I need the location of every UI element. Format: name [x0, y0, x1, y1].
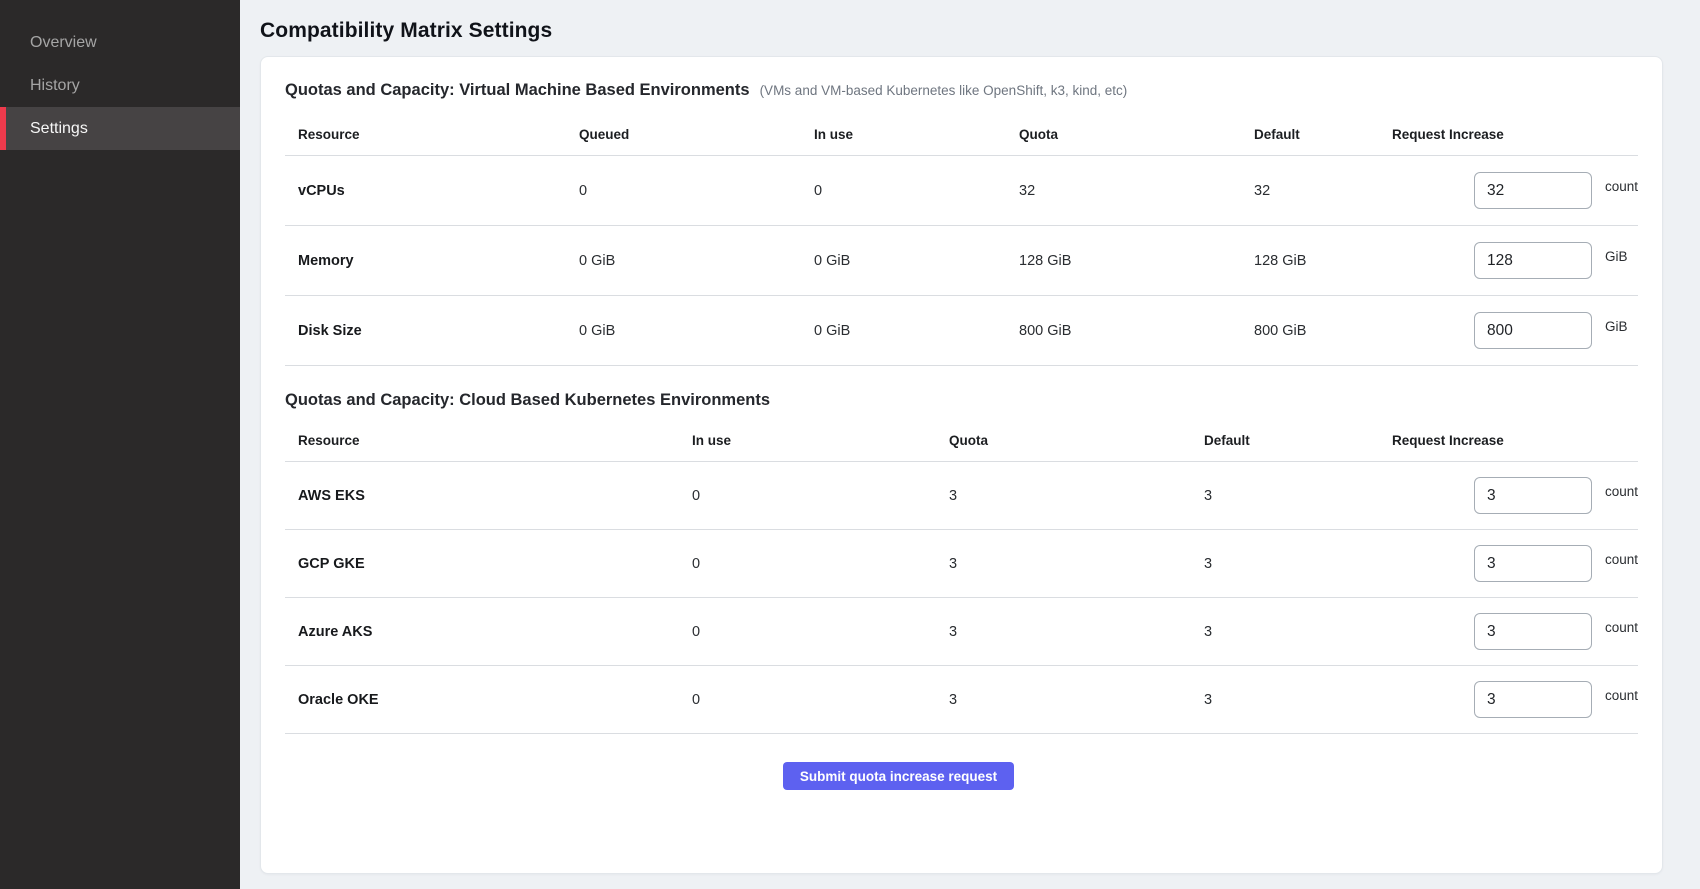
cloud-table-header: Resource In use Quota Default Request In… — [285, 420, 1638, 462]
table-row-aws-eks: AWS EKS 0 3 3 count — [285, 462, 1638, 530]
vm-section-subtitle: (VMs and VM-based Kubernetes like OpenSh… — [760, 83, 1128, 98]
unit-label: count — [1605, 179, 1638, 194]
quota-value: 3 — [936, 556, 1191, 572]
unit-label: count — [1605, 688, 1638, 703]
submit-quota-increase-button[interactable]: Submit quota increase request — [783, 762, 1014, 790]
in-use-value: 0 — [801, 183, 1006, 199]
unit-label: GiB — [1605, 319, 1628, 334]
default-value: 3 — [1191, 692, 1474, 708]
quota-value: 3 — [936, 692, 1191, 708]
column-header-quota: Quota — [1006, 127, 1241, 142]
sidebar-item-label: History — [30, 77, 80, 95]
quota-value: 128 GiB — [1006, 253, 1241, 269]
quota-value: 800 GiB — [1006, 323, 1241, 339]
sidebar-item-label: Overview — [30, 34, 97, 52]
sidebar: Overview History Settings — [0, 0, 240, 889]
column-header-in-use: In use — [679, 433, 936, 448]
sidebar-item-history[interactable]: History — [0, 64, 240, 107]
page-title: Compatibility Matrix Settings — [260, 19, 1663, 43]
request-increase-input-oracle-oke[interactable] — [1474, 681, 1592, 718]
default-value: 128 GiB — [1241, 253, 1474, 269]
resource-name: AWS EKS — [285, 488, 679, 504]
request-increase-input-azure-aks[interactable] — [1474, 613, 1592, 650]
table-row-disk-size: Disk Size 0 GiB 0 GiB 800 GiB 800 GiB Gi… — [285, 296, 1638, 366]
column-header-resource: Resource — [285, 433, 679, 448]
column-header-request-increase: Request Increase — [1379, 127, 1543, 142]
cloud-section-header: Quotas and Capacity: Cloud Based Kuberne… — [285, 391, 1638, 410]
unit-label: count — [1605, 484, 1638, 499]
in-use-value: 0 — [679, 488, 936, 504]
column-header-queued: Queued — [566, 127, 801, 142]
quota-value: 3 — [936, 624, 1191, 640]
request-increase-input-gcp-gke[interactable] — [1474, 545, 1592, 582]
table-row-azure-aks: Azure AKS 0 3 3 count — [285, 598, 1638, 666]
vm-section-title: Quotas and Capacity: Virtual Machine Bas… — [285, 81, 750, 100]
resource-name: Oracle OKE — [285, 692, 679, 708]
cloud-section-title: Quotas and Capacity: Cloud Based Kuberne… — [285, 391, 770, 410]
resource-name: vCPUs — [285, 183, 566, 199]
quota-value: 3 — [936, 488, 1191, 504]
sidebar-item-settings[interactable]: Settings — [0, 107, 240, 150]
quota-value: 32 — [1006, 183, 1241, 199]
sidebar-item-label: Settings — [30, 120, 88, 138]
in-use-value: 0 — [679, 692, 936, 708]
in-use-value: 0 — [679, 556, 936, 572]
table-row-oracle-oke: Oracle OKE 0 3 3 count — [285, 666, 1638, 734]
sidebar-item-overview[interactable]: Overview — [0, 21, 240, 64]
button-row: Submit quota increase request — [285, 762, 1638, 790]
settings-card: Quotas and Capacity: Virtual Machine Bas… — [260, 56, 1663, 874]
request-increase-input-vcpus[interactable] — [1474, 172, 1592, 209]
column-header-resource: Resource — [285, 127, 566, 142]
queued-value: 0 GiB — [566, 253, 801, 269]
queued-value: 0 — [566, 183, 801, 199]
vm-section-header: Quotas and Capacity: Virtual Machine Bas… — [285, 81, 1638, 100]
in-use-value: 0 — [679, 624, 936, 640]
resource-name: Azure AKS — [285, 624, 679, 640]
column-header-in-use: In use — [801, 127, 1006, 142]
unit-label: count — [1605, 620, 1638, 635]
request-increase-input-memory[interactable] — [1474, 242, 1592, 279]
default-value: 800 GiB — [1241, 323, 1474, 339]
default-value: 3 — [1191, 556, 1474, 572]
column-header-quota: Quota — [936, 433, 1191, 448]
table-row-vcpus: vCPUs 0 0 32 32 count — [285, 156, 1638, 226]
resource-name: Memory — [285, 253, 566, 269]
table-row-memory: Memory 0 GiB 0 GiB 128 GiB 128 GiB GiB — [285, 226, 1638, 296]
vm-table-header: Resource Queued In use Quota Default Req… — [285, 114, 1638, 156]
unit-label: GiB — [1605, 249, 1628, 264]
queued-value: 0 GiB — [566, 323, 801, 339]
request-increase-input-disk-size[interactable] — [1474, 312, 1592, 349]
in-use-value: 0 GiB — [801, 323, 1006, 339]
resource-name: Disk Size — [285, 323, 566, 339]
main-content: Compatibility Matrix Settings Quotas and… — [240, 0, 1700, 889]
unit-label: count — [1605, 552, 1638, 567]
in-use-value: 0 GiB — [801, 253, 1006, 269]
default-value: 3 — [1191, 488, 1474, 504]
resource-name: GCP GKE — [285, 556, 679, 572]
table-row-gcp-gke: GCP GKE 0 3 3 count — [285, 530, 1638, 598]
request-increase-input-aws-eks[interactable] — [1474, 477, 1592, 514]
default-value: 3 — [1191, 624, 1474, 640]
column-header-request-increase: Request Increase — [1379, 433, 1543, 448]
default-value: 32 — [1241, 183, 1474, 199]
